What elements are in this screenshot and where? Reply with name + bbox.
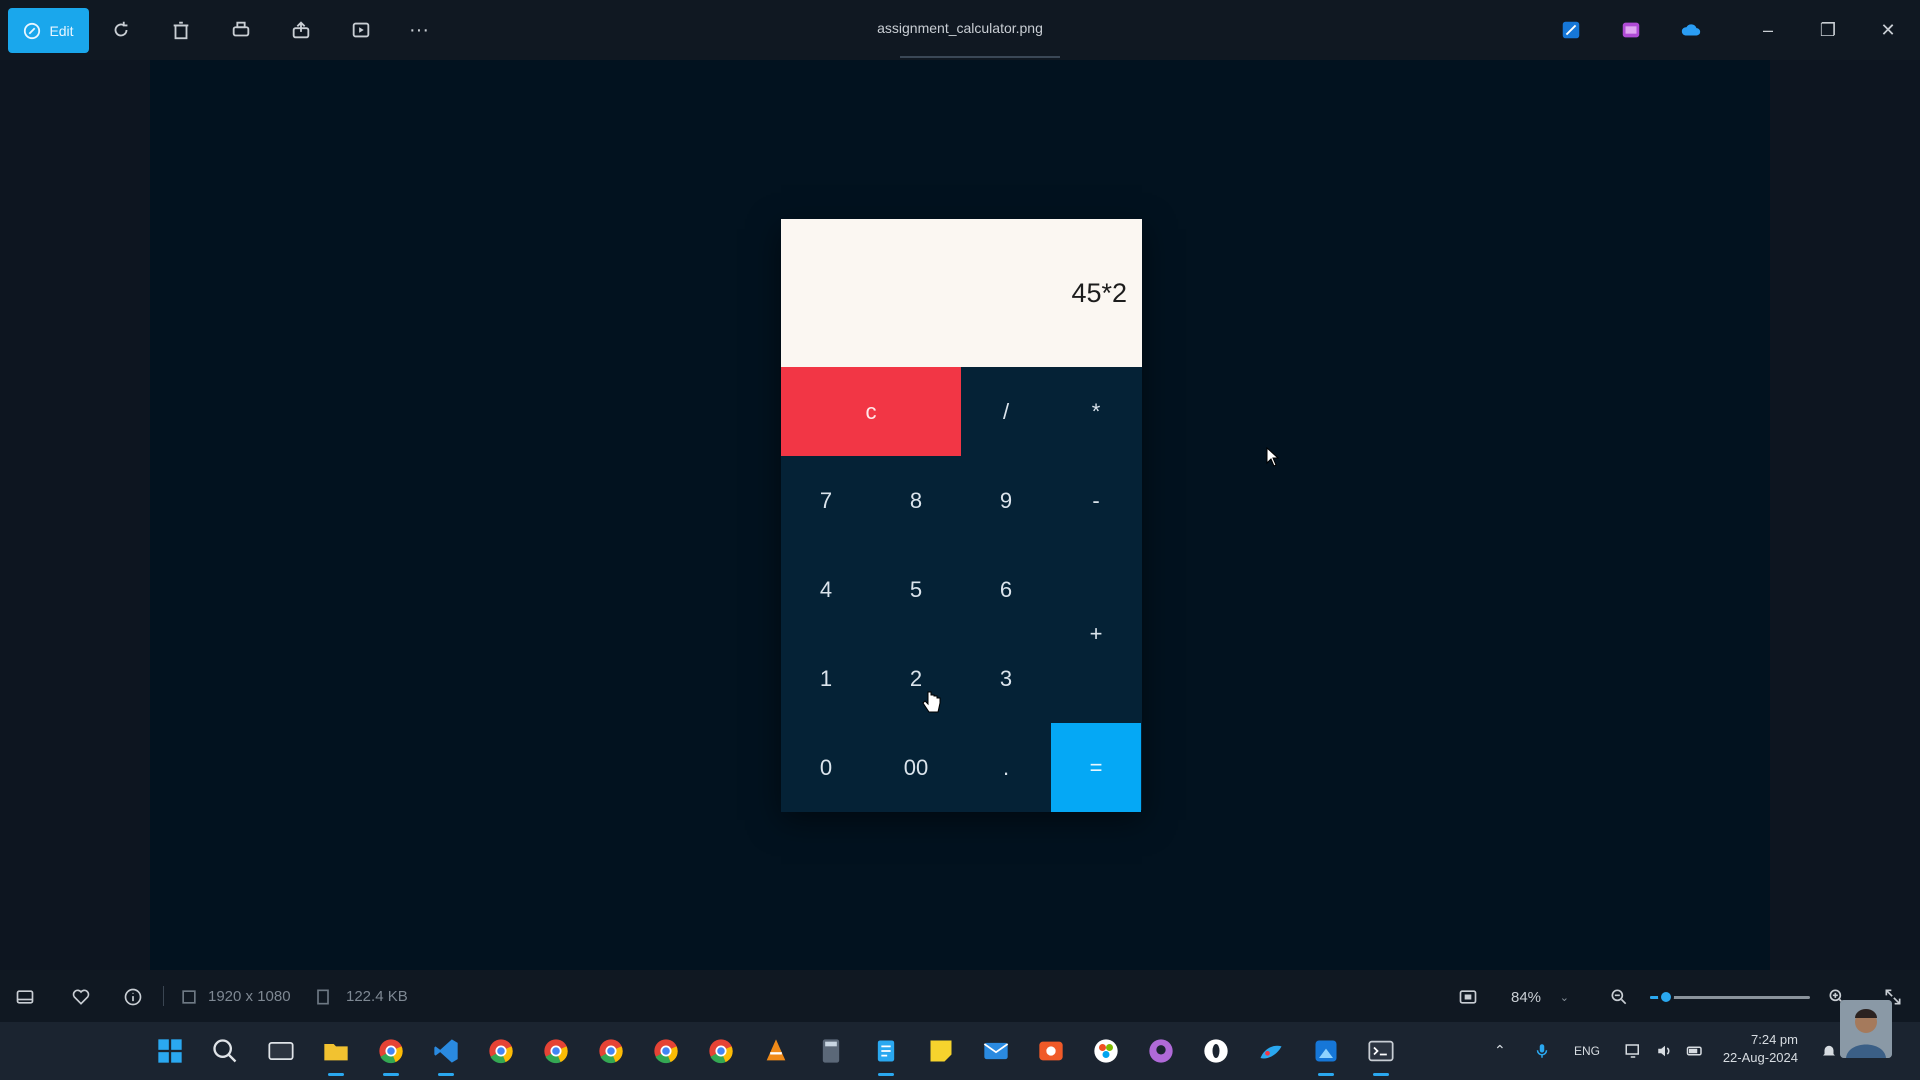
tray-chevron-up-icon[interactable]: ⌃ — [1494, 1042, 1506, 1059]
calculator-app-icon[interactable] — [814, 1034, 848, 1068]
key-divide[interactable]: / — [961, 367, 1051, 456]
volume-icon[interactable] — [1654, 1034, 1676, 1068]
key-multiply[interactable]: * — [1051, 367, 1141, 456]
key-clear[interactable]: c — [781, 367, 961, 456]
vscode-icon[interactable] — [429, 1034, 463, 1076]
chrome-profile-6-icon[interactable] — [704, 1034, 738, 1068]
key-6[interactable]: 6 — [961, 545, 1051, 634]
language-indicator[interactable]: ENG — [1574, 1044, 1600, 1058]
onedrive-icon[interactable] — [1676, 15, 1706, 45]
file-size-icon — [310, 984, 336, 1010]
zoom-value: 84% — [1511, 988, 1542, 1006]
rotate-icon[interactable] — [106, 15, 136, 45]
clock-date: 22-Aug-2024 — [1722, 1050, 1798, 1065]
microphone-icon[interactable] — [1532, 1034, 1552, 1068]
mouse-pointer-icon — [1266, 447, 1280, 467]
chevron-down-icon: ⌄ — [1559, 991, 1569, 1004]
status-bar: 1920 x 1080 122.4 KB 84% ⌄ — [0, 970, 1920, 1022]
image-dimensions: 1920 x 1080 — [208, 988, 291, 1005]
file-size: 122.4 KB — [346, 988, 408, 1005]
webcam-avatar — [1840, 1000, 1892, 1058]
delete-icon[interactable] — [166, 15, 196, 45]
minimize-button[interactable]: – — [1748, 12, 1788, 48]
key-1[interactable]: 1 — [781, 634, 871, 723]
chrome-profile-5-icon[interactable] — [649, 1034, 683, 1068]
calculator-display: 45*2 — [781, 219, 1142, 367]
clock[interactable]: 7:24 pm 22-Aug-2024 — [1718, 1031, 1798, 1067]
search-icon[interactable] — [208, 1034, 242, 1068]
dimensions-icon — [176, 984, 202, 1010]
maximize-button[interactable]: ❐ — [1808, 12, 1848, 48]
terminal-icon[interactable] — [1364, 1034, 1398, 1076]
key-minus[interactable]: - — [1051, 456, 1141, 545]
github-icon[interactable] — [1144, 1034, 1178, 1068]
title-bar: Edit ··· assignment_calculator.png – ❐ ✕ — [0, 0, 1920, 60]
notification-bell-icon[interactable] — [1818, 1034, 1840, 1068]
share-icon[interactable] — [286, 15, 316, 45]
key-8[interactable]: 8 — [871, 456, 961, 545]
clock-time: 7:24 pm — [1751, 1032, 1798, 1047]
photos-app-icon[interactable] — [1089, 1034, 1123, 1068]
vlc-icon[interactable] — [759, 1034, 793, 1068]
recorder-icon[interactable] — [1034, 1034, 1068, 1068]
edit-label: Edit — [49, 22, 74, 39]
battery-icon[interactable] — [1684, 1034, 1706, 1068]
network-icon[interactable] — [1622, 1034, 1644, 1068]
sticky-notes-icon[interactable] — [924, 1034, 958, 1068]
zoom-out-icon[interactable] — [1606, 984, 1632, 1010]
slideshow-icon[interactable] — [346, 15, 376, 45]
photos-viewer-icon[interactable] — [1309, 1034, 1343, 1076]
key-dot[interactable]: . — [961, 723, 1051, 812]
chrome-icon[interactable] — [374, 1034, 408, 1076]
taskbar: ⌃ ENG 7:24 pm 22-Aug-2024 — [0, 1022, 1920, 1080]
opera-icon[interactable] — [1199, 1034, 1233, 1068]
divider — [163, 986, 164, 1006]
more-icon[interactable]: ··· — [404, 15, 434, 45]
chrome-profile-4-icon[interactable] — [594, 1034, 628, 1068]
title-underline — [900, 56, 1060, 58]
key-2[interactable]: 2 — [871, 634, 961, 723]
key-plus[interactable]: + — [1051, 545, 1141, 723]
chrome-profile-2-icon[interactable] — [484, 1034, 518, 1068]
close-button[interactable]: ✕ — [1868, 12, 1908, 48]
mail-icon[interactable] — [979, 1034, 1013, 1068]
key-00[interactable]: 00 — [871, 723, 961, 812]
chrome-profile-3-icon[interactable] — [539, 1034, 573, 1068]
window-title: assignment_calculator.png — [877, 20, 1043, 36]
hand-cursor-icon — [922, 691, 941, 713]
calculator-image: 45*2 c / * 7 8 9 - 4 5 6 + 1 2 3 0 00 . … — [781, 219, 1142, 812]
key-4[interactable]: 4 — [781, 545, 871, 634]
key-5[interactable]: 5 — [871, 545, 961, 634]
edit-button[interactable]: Edit — [8, 8, 89, 53]
info-icon[interactable] — [120, 984, 146, 1010]
zoom-slider-thumb[interactable] — [1658, 989, 1674, 1005]
task-view-icon[interactable] — [264, 1034, 298, 1068]
edit-with-app-icon[interactable] — [1556, 15, 1586, 45]
paint-icon[interactable] — [1254, 1034, 1288, 1068]
start-icon[interactable] — [153, 1034, 187, 1068]
zoom-slider[interactable] — [1650, 989, 1810, 1005]
zoom-select[interactable]: 84% ⌄ — [1505, 982, 1575, 1012]
print-icon[interactable] — [226, 15, 256, 45]
edit-icon — [24, 22, 41, 39]
filmstrip-icon[interactable] — [12, 984, 38, 1010]
key-9[interactable]: 9 — [961, 456, 1051, 545]
notepad-icon[interactable] — [869, 1034, 903, 1076]
file-explorer-icon[interactable] — [319, 1034, 353, 1076]
key-3[interactable]: 3 — [961, 634, 1051, 723]
clipchamp-icon[interactable] — [1616, 15, 1646, 45]
key-0[interactable]: 0 — [781, 723, 871, 812]
fit-to-window-icon[interactable] — [1455, 984, 1481, 1010]
favorite-icon[interactable] — [68, 984, 94, 1010]
key-equal[interactable]: = — [1051, 723, 1141, 812]
key-7[interactable]: 7 — [781, 456, 871, 545]
